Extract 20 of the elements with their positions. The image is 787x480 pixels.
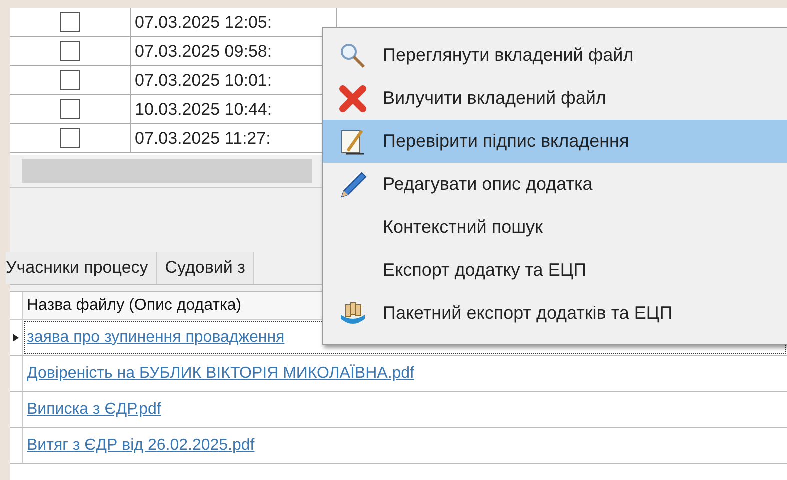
file-link[interactable]: Довіреність на БУБЛИК ВІКТОРІЯ МИКОЛАЇВНА.pdf — [27, 364, 414, 382]
file-link[interactable]: заява про зупинення провадження — [27, 328, 285, 346]
checkbox[interactable] — [60, 12, 80, 32]
checkbox[interactable] — [60, 128, 80, 148]
checkbox[interactable] — [60, 99, 80, 119]
tab[interactable]: Судовий з — [157, 252, 254, 284]
file-link[interactable]: Виписка з ЄДР.pdf — [27, 400, 162, 418]
current-row-icon — [13, 334, 19, 342]
tab[interactable]: Учасники процесу — [6, 252, 158, 284]
menu-item[interactable]: Редагувати опис додатка — [323, 163, 787, 206]
delete-icon — [338, 84, 368, 114]
menu-item[interactable]: Пакетний експорт додатків та ЕЦП — [323, 292, 787, 335]
pencil-icon — [338, 170, 368, 200]
scrollbar-thumb[interactable] — [22, 159, 312, 183]
file-link[interactable]: Витяг з ЄДР від 26.02.2025.pdf — [27, 436, 255, 454]
menu-item[interactable]: Контекстний пошук — [323, 206, 787, 249]
checkbox[interactable] — [60, 41, 80, 61]
menu-item[interactable]: Перевірити підпис вкладення — [323, 120, 787, 163]
menu-item[interactable]: Експорт додатку та ЕЦП — [323, 249, 787, 292]
checkbox[interactable] — [60, 70, 80, 90]
